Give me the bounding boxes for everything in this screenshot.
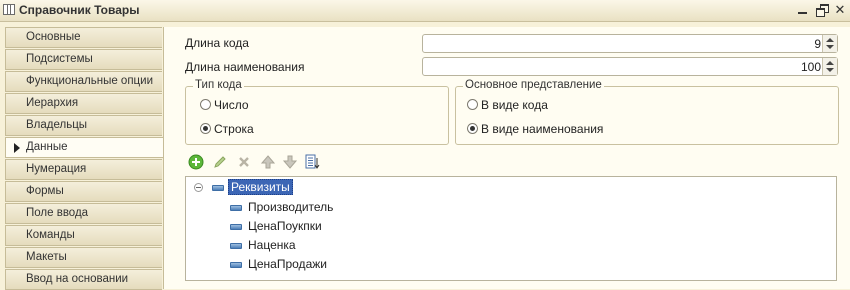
sidebar-item-data[interactable]: Данные (5, 137, 164, 158)
sidebar-item-numbering[interactable]: Нумерация (5, 159, 162, 180)
radio-label: В виде кода (481, 98, 548, 112)
attributes-tree: Реквизиты Производитель ЦенаПоукпки Наце… (185, 176, 837, 281)
main-presentation-title: Основное представление (463, 79, 604, 91)
delete-icon (239, 157, 249, 167)
sidebar-item-label: Функциональные опции (26, 75, 153, 87)
sidebar-item-label: Ввод на основании (26, 273, 129, 285)
sidebar-item-subsystems[interactable]: Подсистемы (5, 49, 162, 70)
radio-label: Число (214, 98, 249, 112)
sidebar-item-label: Основные (26, 31, 81, 43)
spin-down-icon (826, 45, 834, 49)
code-type-title: Тип кода (193, 79, 244, 91)
data-tab-panel: Длина кода 9 Длина наименования 100 Тип … (163, 27, 850, 289)
radio-icon (467, 99, 478, 110)
tree-item[interactable]: ЦенаПоукпки (192, 217, 392, 235)
code-type-string-radio[interactable]: Строка (200, 122, 320, 138)
minimize-button[interactable] (794, 2, 810, 18)
spin-up-icon (826, 61, 834, 65)
tree-item[interactable]: ЦенаПродажи (192, 255, 392, 273)
sidebar-item-label: Подсистемы (26, 53, 93, 65)
move-down-button[interactable] (282, 154, 298, 170)
name-length-field[interactable]: 100 (422, 57, 838, 76)
sidebar-item-label: Нумерация (26, 163, 87, 175)
restore-icon (816, 4, 829, 17)
move-up-icon (260, 155, 276, 169)
add-icon (188, 154, 204, 170)
radio-selected-icon (200, 123, 211, 134)
code-length-value: 9 (814, 37, 821, 51)
minimize-icon (797, 12, 807, 14)
sidebar-item-label: Поле ввода (26, 207, 89, 219)
tree-item-label: Производитель (248, 200, 334, 214)
close-icon: ✕ (834, 2, 846, 17)
sidebar-item-commands[interactable]: Команды (5, 225, 162, 246)
sort-list-icon (305, 154, 320, 169)
sidebar-item-label: Команды (26, 229, 75, 241)
presentation-by-code-radio[interactable]: В виде кода (467, 98, 627, 114)
delete-button[interactable] (236, 154, 252, 170)
sort-list-button[interactable] (304, 154, 320, 170)
sidebar: Основные Подсистемы Функциональные опции… (5, 27, 164, 290)
spin-down-icon (826, 68, 834, 72)
main-presentation-group: Основное представление В виде кода В вид… (455, 79, 839, 145)
sidebar-item-input-by-base[interactable]: Ввод на основании (5, 269, 162, 290)
code-type-group: Тип кода Число Строка (185, 79, 449, 145)
sidebar-item-label: Формы (26, 185, 64, 197)
sidebar-item-label: Макеты (26, 251, 67, 263)
window-titlebar: Справочник Товары ✕ (0, 0, 850, 22)
attribute-icon (230, 224, 242, 230)
attribute-icon (230, 243, 242, 249)
move-down-icon (282, 155, 298, 169)
window-title: Справочник Товары (19, 3, 140, 17)
sidebar-item-owners[interactable]: Владельцы (5, 115, 162, 136)
name-length-spinner[interactable] (822, 58, 837, 75)
radio-label: Строка (214, 122, 254, 136)
tree-item-label: ЦенаПродажи (248, 257, 327, 271)
sidebar-item-hierarchy[interactable]: Иерархия (5, 93, 162, 114)
add-button[interactable] (188, 154, 204, 170)
collapse-icon[interactable] (194, 183, 203, 192)
radio-icon (200, 99, 211, 110)
radio-label: В виде наименования (481, 122, 604, 136)
name-length-value: 100 (800, 60, 821, 74)
attributes-group-icon (212, 185, 224, 191)
sidebar-item-label: Владельцы (26, 119, 88, 131)
tree-item-label: ЦенаПоукпки (248, 219, 322, 233)
tree-root-row[interactable]: Реквизиты (192, 178, 392, 196)
name-length-label: Длина наименования (185, 60, 305, 74)
tree-item-label: Наценка (248, 238, 296, 252)
attribute-icon (230, 205, 242, 211)
presentation-by-name-radio[interactable]: В виде наименования (467, 122, 667, 138)
sidebar-item-functional-options[interactable]: Функциональные опции (5, 71, 162, 92)
tree-item[interactable]: Наценка (192, 236, 392, 254)
code-length-field[interactable]: 9 (422, 34, 838, 53)
code-type-number-radio[interactable]: Число (200, 98, 320, 114)
move-up-button[interactable] (260, 154, 276, 170)
sidebar-item-label: Данные (26, 141, 68, 153)
sidebar-item-templates[interactable]: Макеты (5, 247, 162, 268)
edit-icon (214, 156, 226, 168)
restore-button[interactable] (814, 2, 830, 18)
code-length-spinner[interactable] (822, 35, 837, 52)
tree-item[interactable]: Производитель (192, 198, 392, 216)
code-length-label: Длина кода (185, 36, 249, 50)
radio-selected-icon (467, 123, 478, 134)
sidebar-item-forms[interactable]: Формы (5, 181, 162, 202)
sidebar-item-basic[interactable]: Основные (5, 27, 162, 48)
edit-button[interactable] (212, 154, 228, 170)
spin-up-icon (826, 38, 834, 42)
table-icon (3, 4, 15, 15)
tree-root-label: Реквизиты (228, 179, 293, 195)
sidebar-item-input-field[interactable]: Поле ввода (5, 203, 162, 224)
sidebar-item-label: Иерархия (26, 97, 79, 109)
close-button[interactable]: ✕ (832, 2, 848, 18)
attribute-icon (230, 262, 242, 268)
current-item-arrow-icon (14, 143, 20, 153)
